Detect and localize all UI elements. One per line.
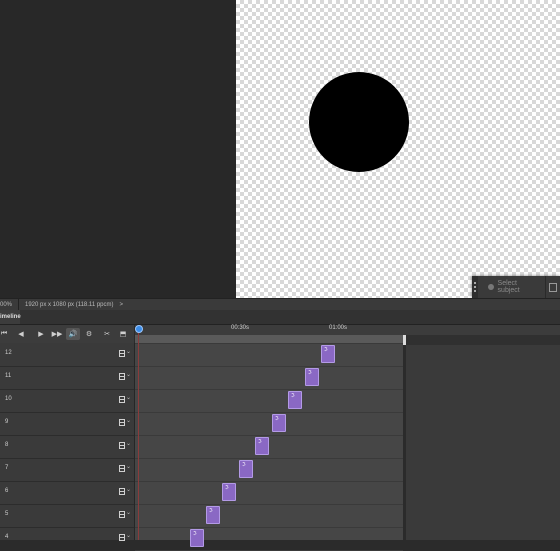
layer-row[interactable]: 8 ⌄	[0, 435, 134, 459]
track-row[interactable]: ℑ	[135, 412, 403, 436]
video-clip[interactable]: ℑ	[288, 391, 302, 409]
chevron-down-icon[interactable]: ⌄	[126, 463, 131, 470]
chevron-down-icon[interactable]: ⌄	[126, 417, 131, 424]
layer-row[interactable]: 11 ⌄	[0, 366, 134, 390]
zoom-level[interactable]: 00%	[0, 302, 18, 308]
pasteboard	[0, 0, 236, 298]
video-clip[interactable]: ℑ	[321, 345, 335, 363]
select-subject-button[interactable]: Select subject	[478, 276, 546, 298]
film-strip-icon[interactable]	[119, 373, 125, 380]
chevron-down-icon[interactable]: ⌄	[126, 486, 131, 493]
layer-name: 4	[5, 534, 9, 540]
layer-row[interactable]: 5 ⌄	[0, 504, 134, 528]
video-clip[interactable]: ℑ	[206, 506, 220, 524]
video-clip[interactable]: ℑ	[239, 460, 253, 478]
layer-name: 5	[5, 511, 9, 517]
track-row[interactable]: ℑ	[135, 527, 403, 551]
previous-frame-icon[interactable]: ◀	[14, 328, 28, 340]
film-strip-icon[interactable]	[119, 419, 125, 426]
track-row[interactable]: ℑ	[135, 458, 403, 482]
film-strip-icon[interactable]	[119, 488, 125, 495]
track-row[interactable]: ℑ	[135, 343, 403, 367]
layer-name: 11	[5, 373, 12, 379]
video-clip[interactable]: ℑ	[255, 437, 269, 455]
ruler-label-30s: 00:30s	[231, 325, 250, 331]
layer-name: 7	[5, 465, 9, 471]
chevron-down-icon[interactable]: ⌄	[126, 394, 131, 401]
chevron-down-icon[interactable]: ⌄	[126, 532, 131, 539]
chevron-down-icon[interactable]: ⌄	[126, 371, 131, 378]
status-menu-arrow-icon[interactable]: >	[120, 302, 124, 308]
video-clip[interactable]: ℑ	[190, 529, 204, 547]
tab-timeline[interactable]: imeline	[0, 310, 21, 324]
layer-row[interactable]: 6 ⌄	[0, 481, 134, 505]
first-frame-icon[interactable]: ⏮	[0, 328, 8, 340]
film-strip-icon[interactable]	[119, 442, 125, 449]
timeline-tracks: ℑℑℑℑℑℑℑℑℑ	[135, 335, 403, 551]
status-bar: 00% 1920 px x 1080 px (118.11 ppcm) >	[0, 298, 560, 310]
film-strip-icon[interactable]	[119, 350, 125, 357]
timeline-empty-area	[406, 335, 560, 540]
time-ruler[interactable]: 00:30s 01:00s	[135, 325, 560, 335]
video-clip[interactable]: ℑ	[272, 414, 286, 432]
chevron-down-icon[interactable]: ⌄	[126, 348, 131, 355]
track-row[interactable]: ℑ	[135, 481, 403, 505]
black-circle-shape[interactable]	[309, 72, 409, 172]
film-strip-icon[interactable]	[119, 396, 125, 403]
chevron-down-icon[interactable]: ⌄	[126, 440, 131, 447]
video-clip[interactable]: ℑ	[305, 368, 319, 386]
playhead-handle[interactable]	[135, 325, 143, 333]
more-options-icon[interactable]	[545, 276, 560, 298]
timeline-controls: ⏮ ◀ ▶ ▶▶ 🔊 ⚙ ✂ ⬒	[0, 325, 134, 344]
layer-row[interactable]: 7 ⌄	[0, 458, 134, 482]
panel-tab-bar: imeline	[0, 310, 560, 325]
playhead-line	[138, 333, 139, 540]
next-frame-icon[interactable]: ▶▶	[50, 328, 64, 340]
layer-name: 6	[5, 488, 9, 494]
split-scissors-icon[interactable]: ✂	[100, 328, 114, 340]
select-subject-label: Select subject	[497, 280, 520, 294]
track-row[interactable]: ℑ	[135, 435, 403, 459]
layer-row[interactable]: 12 ⌄	[0, 343, 134, 367]
chevron-down-icon[interactable]: ⌄	[126, 509, 131, 516]
timeline-empty-ruler	[406, 335, 560, 345]
layer-list: 12 ⌄ 11 ⌄ 10 ⌄ 9 ⌄ 8 ⌄ 7 ⌄ 6 ⌄ 5 ⌄ 4 ⌄	[0, 343, 135, 551]
layer-row[interactable]: 4 ⌄	[0, 527, 134, 551]
work-area-bar[interactable]	[135, 335, 403, 344]
layer-name: 10	[5, 396, 12, 402]
person-icon	[487, 284, 494, 290]
audio-toggle-icon[interactable]: 🔊	[66, 328, 80, 340]
layer-row[interactable]: 9 ⌄	[0, 412, 134, 436]
contextual-task-bar: Select subject	[472, 276, 560, 298]
play-icon[interactable]: ▶	[34, 328, 48, 340]
track-row[interactable]: ℑ	[135, 504, 403, 528]
layer-name: 12	[5, 350, 12, 356]
settings-gear-icon[interactable]: ⚙	[82, 328, 96, 340]
film-strip-icon[interactable]	[119, 465, 125, 472]
document-info: 1920 px x 1080 px (118.11 ppcm)	[18, 299, 114, 310]
video-clip[interactable]: ℑ	[222, 483, 236, 501]
document-canvas[interactable]	[236, 0, 560, 298]
ruler-label-60s: 01:00s	[329, 325, 348, 331]
layer-row[interactable]: 10 ⌄	[0, 389, 134, 413]
transition-icon[interactable]: ⬒	[116, 328, 130, 340]
layer-name: 8	[5, 442, 9, 448]
layer-name: 9	[5, 419, 9, 425]
film-strip-icon[interactable]	[119, 511, 125, 518]
track-row[interactable]: ℑ	[135, 366, 403, 390]
track-row[interactable]: ℑ	[135, 389, 403, 413]
